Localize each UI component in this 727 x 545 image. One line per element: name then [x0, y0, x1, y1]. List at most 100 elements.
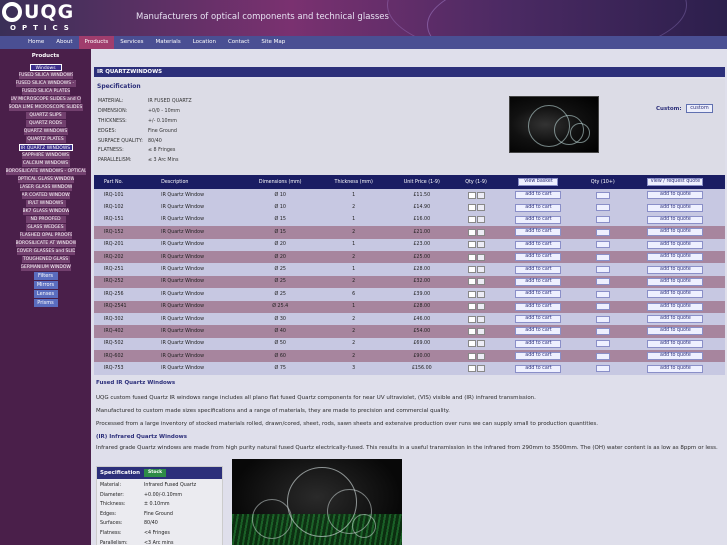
qty-dropdown-icon[interactable] [476, 241, 485, 249]
qty10-input[interactable] [595, 253, 610, 261]
sidebar-item[interactable]: Windows [29, 64, 62, 71]
nav-site-map[interactable]: Site Map [255, 36, 291, 49]
qty-dropdown-icon[interactable] [476, 365, 485, 373]
add-to-cart-button[interactable]: add to cart [515, 327, 562, 336]
add-to-quote-button[interactable]: add to quote [647, 277, 704, 286]
qty-input[interactable] [467, 216, 476, 224]
qty10-input[interactable] [595, 191, 610, 199]
sidebar-item[interactable]: QUARTZ PLATES [25, 136, 66, 143]
sidebar-item[interactable]: COVER GLASSES and SLIDES [16, 248, 75, 255]
nav-location[interactable]: Location [187, 36, 222, 49]
add-to-quote-button[interactable]: add to quote [647, 327, 704, 336]
nav-about[interactable]: About [50, 36, 78, 49]
qty-input[interactable] [467, 266, 476, 274]
add-to-cart-button[interactable]: add to cart [515, 352, 562, 361]
qty-dropdown-icon[interactable] [476, 216, 485, 224]
sidebar-item[interactable]: ND PROOFED [25, 216, 66, 223]
qty-dropdown-icon[interactable] [476, 191, 485, 199]
qty10-input[interactable] [595, 241, 610, 249]
qty-input[interactable] [467, 191, 476, 199]
sidebar-item[interactable]: AR COATED WINDOWS [21, 192, 70, 199]
add-to-quote-button[interactable]: add to quote [647, 240, 704, 249]
add-to-quote-button[interactable]: add to quote [647, 364, 704, 373]
qty-dropdown-icon[interactable] [476, 327, 485, 335]
sidebar-item[interactable]: BOROSILICATE WINDOWS - OPTICAL [5, 168, 86, 175]
add-to-quote-button[interactable]: add to quote [647, 228, 704, 237]
sidebar-item[interactable]: QUARTZ WINDOWS [23, 128, 68, 135]
sidebar-item[interactable]: GLASS WEDGES [25, 224, 66, 231]
qty-input[interactable] [467, 228, 476, 236]
add-to-quote-button[interactable]: add to quote [647, 290, 704, 299]
nav-products[interactable]: Products [78, 36, 115, 49]
qty10-input[interactable] [595, 315, 610, 323]
qty-dropdown-icon[interactable] [476, 228, 485, 236]
sidebar-item[interactable]: QUARTZ SLIPS [25, 112, 66, 119]
add-to-cart-button[interactable]: add to cart [515, 265, 562, 274]
sidebar-item[interactable]: Prisms [33, 299, 58, 307]
sidebar-item[interactable]: FUSED SILICA WINDOWS [18, 72, 73, 79]
sidebar-item[interactable]: IR/LT WINDOWS [25, 200, 66, 207]
qty-input[interactable] [467, 352, 476, 360]
add-to-cart-button[interactable]: add to cart [515, 339, 562, 348]
add-to-cart-button[interactable]: add to cart [515, 253, 562, 262]
sidebar-item[interactable]: CALCIUM WINDOWS [21, 160, 70, 167]
add-to-quote-button[interactable]: add to quote [647, 352, 704, 361]
qty-input[interactable] [467, 365, 476, 373]
sidebar-item[interactable]: BOROSILICATE AT WINDOWS [15, 240, 76, 247]
qty-input[interactable] [467, 327, 476, 335]
qty-input[interactable] [467, 315, 476, 323]
add-to-quote-button[interactable]: add to quote [647, 302, 704, 311]
add-to-quote-button[interactable]: add to quote [647, 215, 704, 224]
qty-dropdown-icon[interactable] [476, 315, 485, 323]
qty10-input[interactable] [595, 204, 610, 212]
add-to-cart-button[interactable]: add to cart [515, 302, 562, 311]
add-to-cart-button[interactable]: add to cart [515, 215, 562, 224]
qty10-input[interactable] [595, 278, 610, 286]
sidebar-item[interactable]: Filters [33, 272, 58, 280]
sidebar-item[interactable]: SODA LIME MICROSCOPE SLIDES and [8, 104, 83, 111]
qty10-input[interactable] [595, 352, 610, 360]
add-to-cart-button[interactable]: add to cart [515, 228, 562, 237]
add-to-cart-button[interactable]: add to cart [515, 364, 562, 373]
qty-input[interactable] [467, 278, 476, 286]
qty-dropdown-icon[interactable] [476, 290, 485, 298]
nav-materials[interactable]: Materials [149, 36, 186, 49]
qty-input[interactable] [467, 241, 476, 249]
add-to-quote-button[interactable]: add to quote [647, 339, 704, 348]
add-to-cart-button[interactable]: add to cart [515, 240, 562, 249]
add-to-cart-button[interactable]: add to cart [515, 290, 562, 299]
qty-dropdown-icon[interactable] [476, 340, 485, 348]
qty-input[interactable] [467, 303, 476, 311]
sidebar-item[interactable]: QUARTZ RODS [25, 120, 66, 127]
sidebar-item[interactable]: LASER GLASS WINDOWS [19, 184, 72, 191]
sidebar-item[interactable]: OPTICAL GLASS WINDOWS [17, 176, 74, 183]
logo[interactable]: UQG OPTICS [2, 1, 88, 35]
qty-input[interactable] [467, 290, 476, 298]
qty-dropdown-icon[interactable] [476, 253, 485, 261]
add-to-cart-button[interactable]: add to cart [515, 315, 562, 324]
sidebar-item[interactable]: SAPPHIRE WINDOWS [21, 152, 70, 159]
sidebar-item[interactable]: UV MICROSCOPE SLIDES and COVER SLIPS [10, 96, 81, 103]
sidebar-item[interactable]: Lenses [33, 290, 58, 298]
qty10-input[interactable] [595, 266, 610, 274]
add-to-cart-button[interactable]: add to cart [515, 203, 562, 212]
qty10-input[interactable] [595, 216, 610, 224]
qty-input[interactable] [467, 204, 476, 212]
qty10-input[interactable] [595, 290, 610, 298]
qty-input[interactable] [467, 340, 476, 348]
custom-button[interactable]: custom [686, 104, 713, 113]
add-to-quote-button[interactable]: add to quote [647, 191, 704, 200]
add-to-quote-button[interactable]: add to quote [647, 265, 704, 274]
add-to-cart-button[interactable]: add to cart [515, 191, 562, 200]
sidebar-item[interactable]: IR QUARTZ WINDOWS [18, 144, 73, 151]
nav-home[interactable]: Home [22, 36, 50, 49]
qty10-input[interactable] [595, 365, 610, 373]
add-to-quote-button[interactable]: add to quote [647, 315, 704, 324]
qty10-input[interactable] [595, 340, 610, 348]
sidebar-item[interactable]: BK7 GLASS WINDOWS [22, 208, 69, 215]
sidebar-item[interactable]: GERMANIUM WINDOWS [20, 264, 71, 271]
add-to-quote-button[interactable]: add to quote [647, 203, 704, 212]
qty-input[interactable] [467, 253, 476, 261]
sidebar-item[interactable]: TOUGHENED GLASS [21, 256, 70, 263]
qty-dropdown-icon[interactable] [476, 204, 485, 212]
